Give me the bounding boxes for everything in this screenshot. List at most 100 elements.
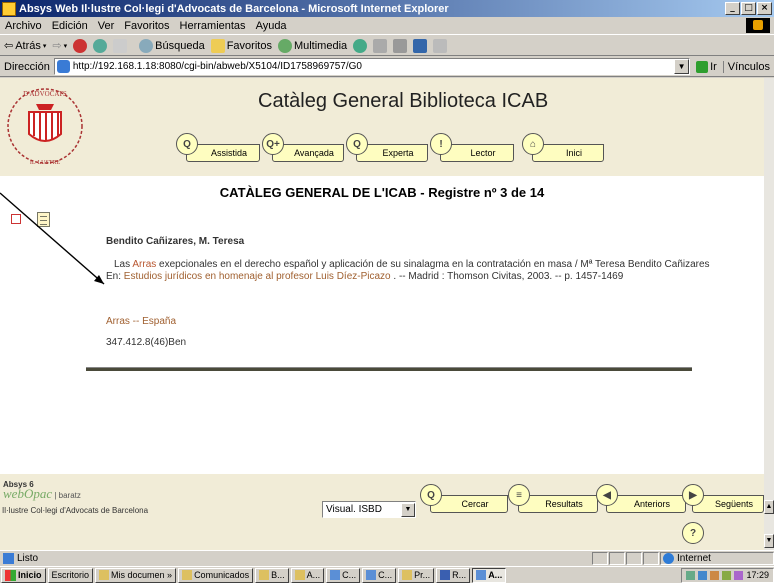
search-button[interactable]: Búsqueda [139,38,205,53]
tray-icon[interactable] [698,570,708,580]
source-link[interactable]: Estudios jurídicos en homenaje al profes… [124,271,391,282]
edit-button[interactable] [413,38,428,53]
status-cell [609,551,625,565]
minimize-button[interactable]: _ [725,2,740,15]
system-tray: 17:29 [681,567,774,583]
menu-favoritos[interactable]: Favoritos [119,20,174,32]
seguents-button[interactable]: Següents ▶ [682,484,764,513]
app-icon [259,570,270,580]
page-viewport: D'ADVOCATS IL·LUSTRE Catàleg General Bib… [0,78,764,550]
multimedia-button[interactable]: Multimedia [277,38,347,53]
quicklaunch-label: Mis documen » [111,570,173,580]
url-input[interactable]: http://192.168.1.18:8080/cgi-bin/abweb/X… [53,58,691,75]
scroll-up-button[interactable]: ▲ [764,500,774,514]
favorites-button[interactable]: Favoritos [210,38,272,53]
search-icon [139,38,154,53]
back-button[interactable]: ⇦ Atrás ▾ [4,39,46,52]
nav-assistida-button[interactable]: Assistida Q [176,133,260,162]
close-button[interactable]: × [757,2,772,15]
site-title: Catàleg General Biblioteca ICAB [258,90,549,112]
menu-ver[interactable]: Ver [93,20,120,32]
taskbar-item[interactable]: C... [326,567,361,583]
quicklaunch-comunicados[interactable]: Comunicados [178,567,254,583]
tray-icon[interactable] [710,570,720,580]
taskbar-item[interactable]: B... [255,567,289,583]
page-footer: Absys 6 webOpac | baratz Il·lustre Col·l… [0,474,764,550]
go-button[interactable]: Ir [690,60,723,73]
vertical-scrollbar[interactable]: ▲ ▼ [764,78,774,550]
record-source-line: En: Estudios jurídicos en homenaje al pr… [106,271,736,283]
taskbar-item[interactable]: C... [362,567,397,583]
baratz-label: | baratz [54,491,81,500]
print-button[interactable] [393,38,408,53]
scroll-down-button[interactable]: ▼ [764,534,774,548]
url-text: http://192.168.1.18:8080/cgi-bin/abweb/X… [72,61,362,72]
quicklaunch-escritorio[interactable]: Escritorio [47,567,94,583]
menu-edicion[interactable]: Edición [47,20,93,32]
clock[interactable]: 17:29 [746,570,769,580]
menu-ayuda[interactable]: Ayuda [251,20,292,32]
taskbar-item-label: C... [342,570,357,580]
refresh-button[interactable] [93,38,108,53]
quicklaunch-label: Escritorio [51,570,90,580]
favorites-icon [210,38,225,53]
start-label: Inicio [18,570,42,580]
help-icon: ? [682,522,704,544]
home-button[interactable] [113,38,128,53]
nav-lector-button[interactable]: Lector ! [430,133,514,162]
resultats-label: Resultats [518,495,598,513]
title-link[interactable]: Arras [132,259,156,270]
menu-archivo[interactable]: Archivo [0,20,47,32]
taskbar-item[interactable]: R... [436,567,471,583]
links-button[interactable]: Vínculos [722,60,774,73]
nav-avancada-button[interactable]: Avançada Q+ [262,133,344,162]
help-button[interactable]: ? [682,522,706,550]
tray-icon[interactable] [686,570,696,580]
toolbar: ⇦ Atrás ▾ ⇨ ▾ Búsqueda Favoritos Multime… [0,36,774,56]
title-rest: exepcionales en el derecho español y apl… [156,259,710,270]
status-cell [592,551,608,565]
taskbar-item-label: A... [306,570,321,580]
status-cell [626,551,642,565]
previous-icon: ◀ [596,484,618,506]
mail-icon [373,38,388,53]
nav-experta-button[interactable]: Experta Q [346,133,428,162]
call-number: 347.412.8(46)Ben [106,337,187,348]
cercar-button[interactable]: Cercar Q [420,484,508,513]
windows-flag-icon [5,569,16,581]
taskbar-item[interactable]: A... [290,567,325,583]
taskbar-item[interactable]: Pr... [398,567,435,583]
source-prefix: En: [106,271,124,282]
stop-button[interactable] [73,38,88,53]
forward-button[interactable]: ⇨ ▾ [52,39,67,52]
url-dropdown-button[interactable]: ▼ [674,59,690,74]
history-button[interactable] [353,38,368,53]
record-title: CATÀLEG GENERAL DE L'ICAB - Registre nº … [219,185,545,200]
start-button[interactable]: Inicio [1,567,46,583]
tray-icon[interactable] [722,570,732,580]
forward-arrow-icon: ⇨ [52,39,62,52]
nav-inici-button[interactable]: Inici ⌂ [522,133,604,162]
mail-button[interactable] [373,38,388,53]
quicklaunch-mis-documentos[interactable]: Mis documen » [95,567,177,583]
view-format-select[interactable]: Visual. ISBD ▼ [322,501,416,518]
tray-icon[interactable] [734,570,744,580]
absys-logo: Absys 6 webOpac | baratz [3,480,81,500]
record-author: Bendito Cañizares, M. Teresa [106,236,245,247]
maximize-button[interactable]: □ [741,2,756,15]
menu-herramientas[interactable]: Herramientas [175,20,251,32]
page-header: D'ADVOCATS IL·LUSTRE Catàleg General Bib… [0,78,764,176]
address-bar: Dirección http://192.168.1.18:8080/cgi-b… [0,57,774,77]
discuss-button[interactable] [433,38,448,53]
next-icon: ▶ [682,484,704,506]
resultats-button[interactable]: Resultats ≡ [508,484,598,513]
discuss-icon [433,38,448,53]
window-titlebar[interactable]: Absys Web Il·lustre Col·legi d'Advocats … [0,0,774,17]
word-icon [440,570,451,580]
ie-icon [330,570,341,580]
anteriors-button[interactable]: Anteriors ◀ [596,484,686,513]
taskbar-item-label: R... [452,570,467,580]
taskbar-item-active[interactable]: A... [472,567,507,583]
subject-link[interactable]: Arras -- España [106,316,176,327]
chevron-down-icon: ▼ [401,502,415,517]
